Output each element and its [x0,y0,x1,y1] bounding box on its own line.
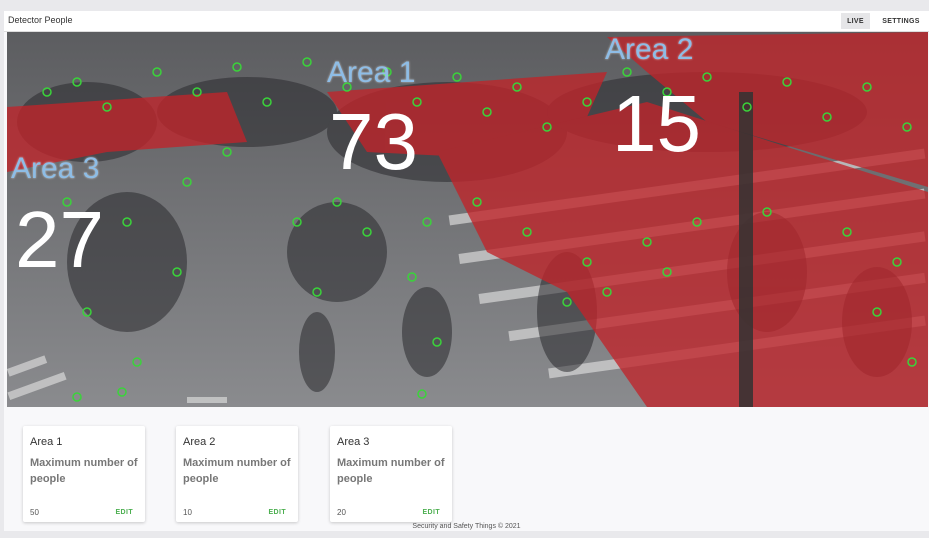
card-description: Maximum number of people [30,457,138,485]
card-max-value: 10 [183,508,192,517]
area-card-2: Area 2 Maximum number of people 10 EDIT [176,426,298,522]
area-2-label: Area 2 [605,33,694,66]
tab-live[interactable]: LIVE [841,13,870,29]
area-card-1: Area 1 Maximum number of people 50 EDIT [23,426,145,522]
card-description: Maximum number of people [183,457,291,485]
card-max-value: 50 [30,508,39,517]
app-title: Detector People [8,15,73,25]
edit-button[interactable]: EDIT [422,509,440,516]
card-max-value: 20 [337,508,346,517]
card-title: Area 3 [337,436,370,448]
area-card-3: Area 3 Maximum number of people 20 EDIT [330,426,452,522]
camera-scene [7,32,928,407]
footer: Security and Safety Things © 2021 [412,523,521,530]
edit-button[interactable]: EDIT [268,509,286,516]
area-2-count: 15 [612,79,701,168]
area-3-label: Area 3 [11,152,100,185]
app-window: Detector People LIVE SETTINGS Area 1 73 … [4,11,929,531]
card-description: Maximum number of people [337,457,445,485]
area-1-label: Area 1 [327,56,416,89]
area-3-count: 27 [15,195,104,284]
tab-settings[interactable]: SETTINGS [876,13,926,29]
lamp-post [739,92,753,407]
camera-feed: Area 1 73 Area 2 15 Area 3 27 [7,32,928,407]
area-cards: Area 1 Maximum number of people 50 EDIT … [4,411,929,522]
card-title: Area 2 [183,436,216,448]
top-bar: Detector People LIVE SETTINGS [4,11,929,32]
edit-button[interactable]: EDIT [115,509,133,516]
area-1-count: 73 [329,97,418,186]
card-title: Area 1 [30,436,63,448]
